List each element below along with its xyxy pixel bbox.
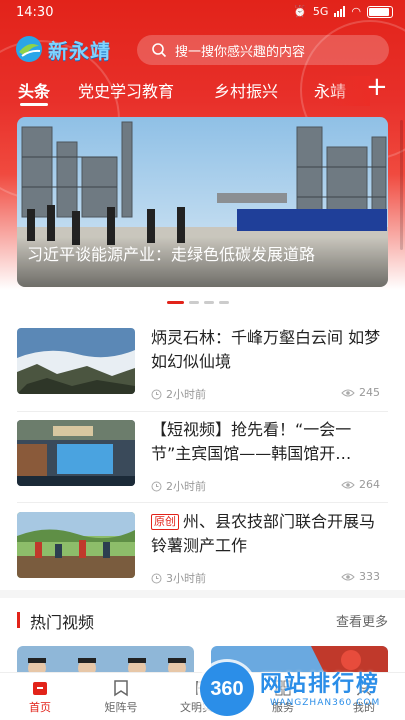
- app-logo: 新永靖: [14, 34, 111, 64]
- tab-headline[interactable]: 头条: [18, 78, 50, 102]
- grid-icon: [275, 680, 291, 696]
- news-views-count: 333: [359, 570, 380, 583]
- hot-videos-header: 热门视频 查看更多: [0, 604, 405, 634]
- nav-label: 我的: [353, 701, 375, 714]
- original-tag: 原创: [151, 514, 179, 530]
- news-title-text: 州、县农技部门联合开展马铃薯测产工作: [151, 512, 376, 555]
- news-title: 【短视频】抢先看！“一会一节”主宾国馆——韩国馆开…: [151, 420, 352, 463]
- nav-civilization[interactable]: 文明实践: [172, 679, 232, 715]
- eye-icon: [341, 389, 355, 396]
- news-views: 245: [341, 386, 380, 399]
- bookmark-icon: [114, 680, 128, 697]
- news-time-label: 2小时前: [166, 480, 206, 493]
- news-views: 264: [341, 478, 380, 491]
- nav-label: 服务: [272, 701, 294, 714]
- news-time: 2小时前: [151, 478, 206, 494]
- news-time: 3小时前: [151, 570, 206, 586]
- section-title: 热门视频: [30, 613, 95, 632]
- news-time-label: 3小时前: [166, 572, 206, 585]
- clock-icon: [151, 481, 162, 491]
- news-time: 2小时前: [151, 386, 206, 402]
- add-channel-icon[interactable]: +: [366, 74, 388, 100]
- section-gap: [0, 590, 405, 598]
- news-item[interactable]: 原创 州、县农技部门联合开展马铃薯测产工作 3小时前 333: [17, 512, 388, 590]
- app-header: 新永靖 搜一搜你感兴趣的内容: [0, 30, 405, 70]
- wifi-icon: ◠: [351, 5, 361, 18]
- nav-label: 文明实践: [180, 701, 224, 714]
- news-time-label: 2小时前: [166, 388, 206, 401]
- news-thumbnail: [17, 328, 135, 394]
- active-tab-indicator: [20, 103, 48, 106]
- clock-icon: [151, 389, 162, 399]
- signal-icon: [334, 6, 346, 17]
- news-thumbnail: [17, 420, 135, 486]
- nav-label: 首页: [29, 701, 51, 714]
- alarm-icon: ⏰: [293, 5, 307, 18]
- banner-caption: 习近平谈能源产业：走绿色低碳发展道路: [17, 237, 388, 287]
- news-meta: 3小时前 333: [151, 570, 388, 586]
- bottom-nav: 首页 矩阵号 文明实践 服务 我的: [0, 672, 405, 720]
- tab-rural-revival[interactable]: 乡村振兴: [214, 78, 278, 102]
- see-more-link[interactable]: 查看更多: [336, 611, 388, 630]
- news-thumbnail: [17, 512, 135, 578]
- logo-mark-icon: [16, 36, 42, 62]
- nav-label: 矩阵号: [104, 701, 138, 714]
- search-input[interactable]: 搜一搜你感兴趣的内容: [137, 35, 389, 65]
- news-views-count: 245: [359, 386, 380, 399]
- carousel-dot[interactable]: [219, 301, 229, 304]
- logo-text: 新永靖: [48, 40, 111, 63]
- nav-mine[interactable]: 我的: [334, 679, 394, 715]
- section-marker: [17, 612, 20, 628]
- eye-icon: [341, 481, 355, 488]
- news-views: 333: [341, 570, 380, 583]
- search-placeholder: 搜一搜你感兴趣的内容: [175, 44, 306, 60]
- network-label: 5G: [312, 5, 329, 18]
- channel-tabs: 头条 党史学习教育 乡村振兴 永靖 +: [0, 74, 405, 106]
- carousel-dot[interactable]: [204, 301, 214, 304]
- divider: [17, 411, 388, 412]
- tabs-fade: [330, 76, 370, 106]
- nav-service[interactable]: 服务: [253, 679, 313, 715]
- divider: [17, 502, 388, 503]
- carousel-indicator: [167, 301, 229, 304]
- headline-banner[interactable]: 习近平谈能源产业：走绿色低碳发展道路: [17, 117, 388, 287]
- nav-matrix[interactable]: 矩阵号: [91, 679, 151, 715]
- news-title: 原创 州、县农技部门联合开展马铃薯测产工作: [151, 510, 388, 558]
- news-item[interactable]: 【短视频】抢先看！“一会一节”主宾国馆——韩国馆开… 2小时前 264: [17, 420, 388, 498]
- carousel-dot[interactable]: [167, 301, 184, 304]
- news-views-count: 264: [359, 478, 380, 491]
- search-icon: [152, 43, 167, 58]
- eye-icon: [341, 573, 355, 580]
- scrollbar[interactable]: [400, 120, 403, 250]
- news-item[interactable]: 炳灵石林：千峰万壑白云间 如梦如幻似仙境 2小时前 245: [17, 328, 388, 406]
- status-bar: 14:30 ⏰ 5G ◠: [0, 0, 405, 26]
- status-time: 14:30: [16, 5, 54, 20]
- status-icons: ⏰ 5G ◠: [293, 5, 393, 18]
- news-meta: 2小时前 264: [151, 478, 388, 494]
- tab-party-history[interactable]: 党史学习教育: [78, 78, 174, 102]
- flag-icon: [196, 681, 209, 695]
- clock-icon: [151, 573, 162, 583]
- user-icon: [356, 680, 372, 696]
- news-meta: 2小时前 245: [151, 386, 388, 402]
- battery-icon: [367, 5, 393, 18]
- home-icon: [33, 682, 47, 695]
- carousel-dot[interactable]: [189, 301, 199, 304]
- news-title: 炳灵石林：千峰万壑白云间 如梦如幻似仙境: [151, 328, 381, 371]
- nav-home[interactable]: 首页: [10, 679, 70, 715]
